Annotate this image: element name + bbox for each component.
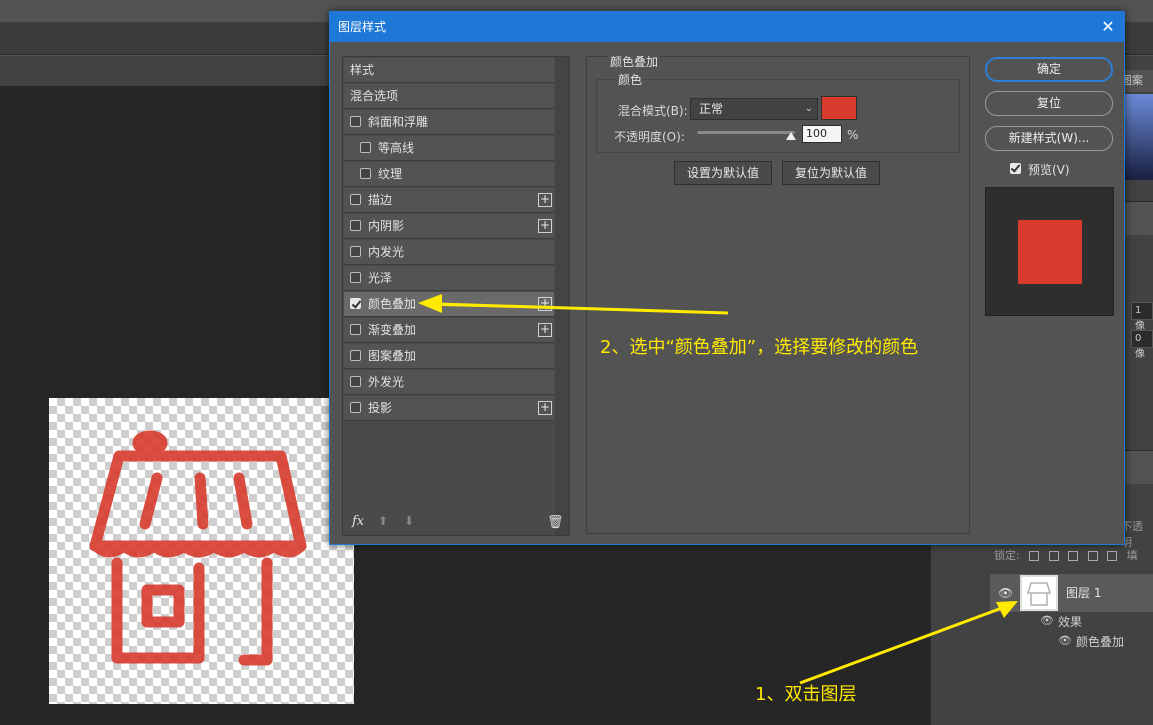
color-group-title: 颜色 bbox=[616, 71, 645, 88]
style-item-label: 光泽 bbox=[368, 271, 393, 285]
preview-checkbox[interactable] bbox=[1010, 163, 1021, 174]
dialog-titlebar[interactable]: 图层样式 ✕ bbox=[330, 12, 1124, 42]
lock-row: 锁定: 填 bbox=[994, 545, 1153, 567]
layer-thumbnail-icon bbox=[1026, 582, 1052, 606]
style-item[interactable]: 内阴影 + bbox=[344, 214, 554, 239]
shop-icon bbox=[89, 430, 307, 666]
chevron-down-icon: ⌄ bbox=[804, 103, 813, 114]
style-list-header-styles[interactable]: 样式 bbox=[344, 58, 554, 83]
style-item-label: 投影 bbox=[368, 401, 393, 415]
style-preview bbox=[985, 187, 1114, 316]
opacity-slider-thumb[interactable] bbox=[786, 132, 796, 140]
add-style-plus-icon[interactable]: + bbox=[538, 323, 552, 337]
style-item[interactable]: 内发光 bbox=[344, 240, 554, 265]
layer-name[interactable]: 图层 1 bbox=[1066, 584, 1101, 601]
style-item-label: 等高线 bbox=[378, 141, 415, 155]
layer-thumbnail[interactable] bbox=[1020, 575, 1058, 611]
lock-transparent-icon[interactable] bbox=[1029, 551, 1040, 561]
style-item[interactable]: 光泽 bbox=[344, 266, 554, 291]
set-default-button[interactable]: 设置为默认值 bbox=[674, 161, 772, 185]
style-item[interactable]: 纹理 bbox=[344, 162, 554, 187]
blend-mode-label: 混合模式(B): bbox=[618, 104, 688, 118]
lock-move-icon[interactable] bbox=[1068, 551, 1079, 561]
effects-label[interactable]: 效果 bbox=[1058, 613, 1082, 630]
style-item[interactable]: 渐变叠加 + bbox=[344, 318, 554, 343]
visibility-eye-icon[interactable]: 👁 bbox=[998, 586, 1013, 600]
style-item-checkbox[interactable] bbox=[350, 324, 361, 335]
style-item-checkbox[interactable] bbox=[350, 350, 361, 361]
style-item-label: 图案叠加 bbox=[368, 349, 417, 363]
style-item-checkbox[interactable] bbox=[360, 142, 371, 153]
style-item-label: 内发光 bbox=[368, 245, 405, 259]
style-list-scrollbar[interactable] bbox=[555, 57, 569, 535]
style-item-checkbox[interactable] bbox=[350, 376, 361, 387]
style-item-label: 外发光 bbox=[368, 375, 405, 389]
style-item-checkbox[interactable] bbox=[350, 116, 361, 127]
fx-icon[interactable]: fx bbox=[352, 514, 364, 529]
lock-all-icon[interactable] bbox=[1107, 551, 1118, 561]
style-item[interactable]: 颜色叠加 + bbox=[344, 292, 554, 317]
stroke-size-field[interactable]: 1 像 bbox=[1131, 302, 1153, 332]
style-list-toolbar: fx ⬆ ⬇ 🗑 bbox=[342, 512, 570, 536]
annotation-step2: 2、选中“颜色叠加”，选择要修改的颜色 bbox=[600, 337, 919, 358]
style-item-checkbox[interactable] bbox=[350, 246, 361, 257]
add-style-plus-icon[interactable]: + bbox=[538, 193, 552, 207]
fill-fragment: 填 bbox=[1126, 549, 1138, 562]
add-style-plus-icon[interactable]: + bbox=[538, 297, 552, 311]
add-style-plus-icon[interactable]: + bbox=[538, 219, 552, 233]
close-icon[interactable]: ✕ bbox=[1098, 17, 1118, 37]
style-item-label: 斜面和浮雕 bbox=[368, 115, 429, 129]
opacity-unit: % bbox=[847, 128, 859, 142]
style-item-checkbox[interactable] bbox=[350, 298, 361, 309]
style-item-label: 内阴影 bbox=[368, 219, 405, 233]
annotation-step1: 1、双击图层 bbox=[755, 684, 857, 705]
move-down-icon[interactable]: ⬇ bbox=[404, 514, 414, 528]
lock-label: 锁定: bbox=[994, 549, 1020, 562]
style-item-checkbox[interactable] bbox=[350, 194, 361, 205]
preview-swatch bbox=[1018, 220, 1082, 284]
style-item-checkbox[interactable] bbox=[360, 168, 371, 179]
lock-artboard-icon[interactable] bbox=[1087, 551, 1098, 561]
style-item-label: 纹理 bbox=[378, 167, 403, 181]
opacity-slider-fill bbox=[697, 131, 795, 134]
style-item-checkbox[interactable] bbox=[350, 402, 361, 413]
style-item-checkbox[interactable] bbox=[350, 220, 361, 231]
style-item[interactable]: 图案叠加 bbox=[344, 344, 554, 369]
color-overlay-eye-icon[interactable]: 👁 bbox=[1058, 634, 1072, 647]
style-item-label: 颜色叠加 bbox=[368, 297, 417, 311]
style-list-header-blend[interactable]: 混合选项 bbox=[344, 84, 554, 109]
offset-field[interactable]: 0 像 bbox=[1131, 330, 1153, 360]
dialog-title: 图层样式 bbox=[338, 20, 387, 34]
opacity-input[interactable]: 100 bbox=[802, 125, 842, 143]
style-list: 样式 混合选项 斜面和浮雕等高线纹理描边 + 内阴影 + 内发光光泽颜色叠加 + 渐变叠加 +… bbox=[342, 56, 570, 536]
style-item-label: 渐变叠加 bbox=[368, 323, 417, 337]
blend-mode-value: 正常 bbox=[699, 102, 724, 116]
style-item[interactable]: 投影 + bbox=[344, 396, 554, 421]
ok-button[interactable]: 确定 bbox=[985, 57, 1113, 82]
effects-eye-icon[interactable]: 👁 bbox=[1040, 614, 1054, 627]
color-gradient-swatch[interactable] bbox=[1124, 94, 1153, 180]
style-item[interactable]: 外发光 bbox=[344, 370, 554, 395]
style-item[interactable]: 等高线 bbox=[344, 136, 554, 161]
trash-icon[interactable]: 🗑 bbox=[547, 515, 564, 530]
settings-title: 颜色叠加 bbox=[608, 53, 661, 70]
style-item[interactable]: 描边 + bbox=[344, 188, 554, 213]
layer-style-dialog: 图层样式 ✕ 样式 混合选项 斜面和浮雕 等高线 纹理 描边 + 内阴影 + 内发光 光泽 颜色叠… bbox=[329, 11, 1125, 545]
new-style-button[interactable]: 新建样式(W)... bbox=[985, 126, 1113, 151]
blend-mode-select[interactable]: 正常 ⌄ bbox=[690, 98, 818, 120]
preview-label[interactable]: 预览(V) bbox=[1028, 161, 1070, 178]
move-up-icon[interactable]: ⬆ bbox=[378, 514, 388, 528]
style-item-label: 描边 bbox=[368, 193, 393, 207]
opacity-label: 不透明度(O): bbox=[614, 130, 685, 144]
reset-button[interactable]: 复位 bbox=[985, 91, 1113, 116]
opacity-slider[interactable] bbox=[697, 131, 795, 134]
overlay-color-swatch[interactable] bbox=[821, 96, 857, 120]
style-item-checkbox[interactable] bbox=[350, 272, 361, 283]
color-overlay-effect[interactable]: 颜色叠加 bbox=[1076, 633, 1124, 650]
document-canvas[interactable] bbox=[49, 398, 354, 704]
lock-paint-icon[interactable] bbox=[1048, 551, 1059, 561]
style-item[interactable]: 斜面和浮雕 bbox=[344, 110, 554, 135]
add-style-plus-icon[interactable]: + bbox=[538, 401, 552, 415]
reset-default-button[interactable]: 复位为默认值 bbox=[782, 161, 880, 185]
